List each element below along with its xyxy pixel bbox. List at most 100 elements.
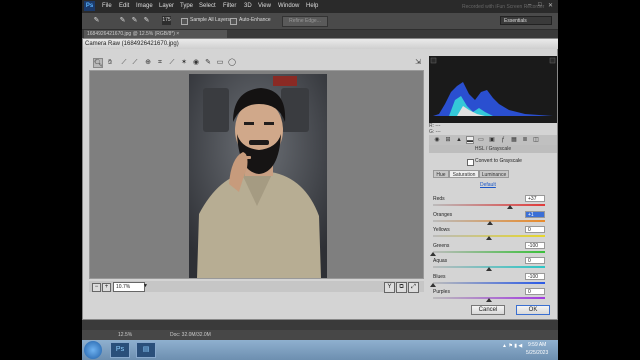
fx-tab-icon[interactable]: ƒ xyxy=(499,136,507,144)
image-preview[interactable] xyxy=(89,70,424,279)
presets-tab-icon[interactable]: ≣ xyxy=(521,136,529,144)
split-toning-tab-icon[interactable]: ▭ xyxy=(477,136,485,144)
brush-tool-icon[interactable]: ✎ xyxy=(92,16,101,25)
lens-tab-icon[interactable]: ▣ xyxy=(488,136,496,144)
workspace-select[interactable]: Essentials xyxy=(500,16,552,25)
greens-label: Greens xyxy=(433,242,450,249)
menu-view[interactable]: View xyxy=(258,3,271,9)
menu-image[interactable]: Image xyxy=(136,3,153,9)
photoshop-window: Ps File Edit Image Layer Type Select Fil… xyxy=(82,0,558,360)
reds-label: Reds xyxy=(433,196,445,202)
tray-date: 5/25/2023 xyxy=(526,350,549,356)
menu-file[interactable]: File xyxy=(102,3,112,9)
brush-size-value[interactable]: 175 xyxy=(162,16,171,25)
menu-window[interactable]: Window xyxy=(278,3,299,9)
menu-edit[interactable]: Edit xyxy=(119,3,129,9)
zoom-dropdown-icon[interactable]: ▼ xyxy=(143,283,148,289)
hsl-tab-icon[interactable]: ▬ xyxy=(466,136,474,144)
fullscreen-icon[interactable]: ⤢ xyxy=(408,282,419,293)
convert-to-grayscale-checkbox[interactable] xyxy=(467,159,474,166)
zoom-level[interactable]: 10.7% xyxy=(113,282,145,292)
blues-value[interactable]: -100 xyxy=(525,272,545,280)
red-eye-icon[interactable]: ◉ xyxy=(191,58,201,68)
portrait-photo xyxy=(189,74,327,278)
tab-luminance[interactable]: Luminance xyxy=(479,170,509,178)
straighten-icon[interactable]: ⟋ xyxy=(167,58,177,68)
reds-slider-track[interactable] xyxy=(433,204,545,206)
camera-raw-title: Camera Raw (1684926421670.jpg) xyxy=(83,39,558,49)
adjustment-brush-icon[interactable]: ✎ xyxy=(203,58,213,68)
reds-slider-thumb[interactable] xyxy=(506,205,513,209)
snapshots-tab-icon[interactable]: ◫ xyxy=(532,136,540,144)
zoom-in-icon[interactable]: + xyxy=(102,283,111,292)
windows-taskbar: Ps ▤ ▲ ⚑ ▮ ◀ 9:59 AM 5/25/2023 xyxy=(82,340,558,360)
purples-label: Purples xyxy=(433,289,450,295)
oranges-label: Oranges xyxy=(433,211,453,218)
refine-edge-button[interactable]: Refine Edge... xyxy=(282,16,328,27)
y-view-icon[interactable]: Y xyxy=(384,282,395,293)
auto-enhance-checkbox[interactable] xyxy=(230,18,237,25)
color-sampler-icon[interactable]: ⟋ xyxy=(130,58,140,68)
purples-value[interactable]: 0 xyxy=(525,288,545,295)
minimize-icon[interactable]: – xyxy=(528,2,531,8)
purples-slider-thumb[interactable] xyxy=(486,298,492,302)
yellows-label: Yellows xyxy=(433,227,450,233)
target-adjust-icon[interactable]: ⊕ xyxy=(143,58,153,68)
panel-tabs: ◉ ⊞ ▲ ▬ ▭ ▣ ƒ ▦ ≣ ◫ xyxy=(429,135,557,145)
quick-select-add-icon[interactable]: ✎ xyxy=(130,16,139,25)
greens-slider-thumb[interactable] xyxy=(430,251,436,256)
yellows-value[interactable]: 0 xyxy=(525,226,545,233)
taskbar-photoshop[interactable]: Ps xyxy=(110,342,130,358)
menu-help[interactable]: Help xyxy=(306,3,318,9)
menu-select[interactable]: Select xyxy=(199,3,216,9)
tab-hue[interactable]: Hue xyxy=(433,170,449,178)
greens-value[interactable]: -100 xyxy=(525,241,545,249)
default-link[interactable]: Default xyxy=(480,182,496,188)
tone-curve-tab-icon[interactable]: ⊞ xyxy=(444,136,452,144)
yellows-slider-thumb[interactable] xyxy=(486,236,492,240)
close-icon[interactable]: ✕ xyxy=(548,2,553,9)
camera-calibration-tab-icon[interactable]: ▦ xyxy=(510,136,518,144)
taskbar-app-2[interactable]: ▤ xyxy=(136,342,156,358)
ok-button[interactable]: OK xyxy=(516,305,550,315)
crop-icon[interactable]: ⌗ xyxy=(155,58,165,68)
camera-raw-toolbar: 🔍︎ ✋︎ ⟋ ⟋ ⊕ ⌗ ⟋ ✶ ◉ ✎ ▭ ◯ xyxy=(93,58,429,70)
tab-saturation[interactable]: Saturation xyxy=(449,170,479,178)
reds-value[interactable]: +37 xyxy=(525,195,545,202)
zoom-out-icon[interactable]: − xyxy=(92,283,101,292)
spot-removal-icon[interactable]: ✶ xyxy=(179,58,189,68)
export-icon[interactable]: ⇲ xyxy=(413,58,423,68)
menu-filter[interactable]: Filter xyxy=(223,3,236,9)
aquas-value[interactable]: 0 xyxy=(525,257,545,264)
white-balance-icon[interactable]: ⟋ xyxy=(119,58,129,68)
tray-icons: ▲ ⚑ ▮ ◀ xyxy=(502,343,523,349)
aquas-slider-thumb[interactable] xyxy=(486,267,492,271)
cancel-button[interactable]: Cancel xyxy=(471,305,505,315)
oranges-value[interactable]: +1 xyxy=(525,210,545,218)
preview-settings-icon[interactable]: ⧉ xyxy=(396,282,407,293)
maximize-icon[interactable]: □ xyxy=(538,2,542,8)
menu-type[interactable]: Type xyxy=(180,3,193,9)
greens-slider-track[interactable] xyxy=(433,250,545,253)
auto-enhance-label: Auto-Enhance xyxy=(239,17,271,23)
detail-tab-icon[interactable]: ▲ xyxy=(455,136,463,144)
menu-layer[interactable]: Layer xyxy=(159,3,174,9)
zoom-icon[interactable]: 🔍︎ xyxy=(93,58,103,68)
recorder-watermark: Recorded with iFun Screen Recorder xyxy=(462,4,545,10)
hand-icon[interactable]: ✋︎ xyxy=(105,58,115,68)
quick-select-new-icon[interactable]: ✎ xyxy=(118,16,127,25)
blues-slider-track[interactable] xyxy=(433,281,545,284)
menu-3d[interactable]: 3D xyxy=(244,3,252,9)
sample-all-layers-label: Sample All Layers xyxy=(190,17,231,23)
radial-filter-icon[interactable]: ◯ xyxy=(227,58,237,68)
sample-all-layers-checkbox[interactable] xyxy=(181,18,188,25)
blues-slider-thumb[interactable] xyxy=(430,282,436,287)
oranges-slider-thumb[interactable] xyxy=(486,220,493,225)
document-tab[interactable]: 1684926421670.jpg @ 12.5% (RGB/8*) × xyxy=(84,30,227,38)
quick-select-subtract-icon[interactable]: ✎ xyxy=(142,16,151,25)
start-button-icon[interactable] xyxy=(84,341,102,359)
graduated-filter-icon[interactable]: ▭ xyxy=(215,58,225,68)
options-bar: ✎ ✎ ✎ ✎ 175 Sample All Layers Auto-Enhan… xyxy=(82,13,558,30)
menu-bar: Ps File Edit Image Layer Type Select Fil… xyxy=(82,0,558,13)
basic-tab-icon[interactable]: ◉ xyxy=(433,136,441,144)
